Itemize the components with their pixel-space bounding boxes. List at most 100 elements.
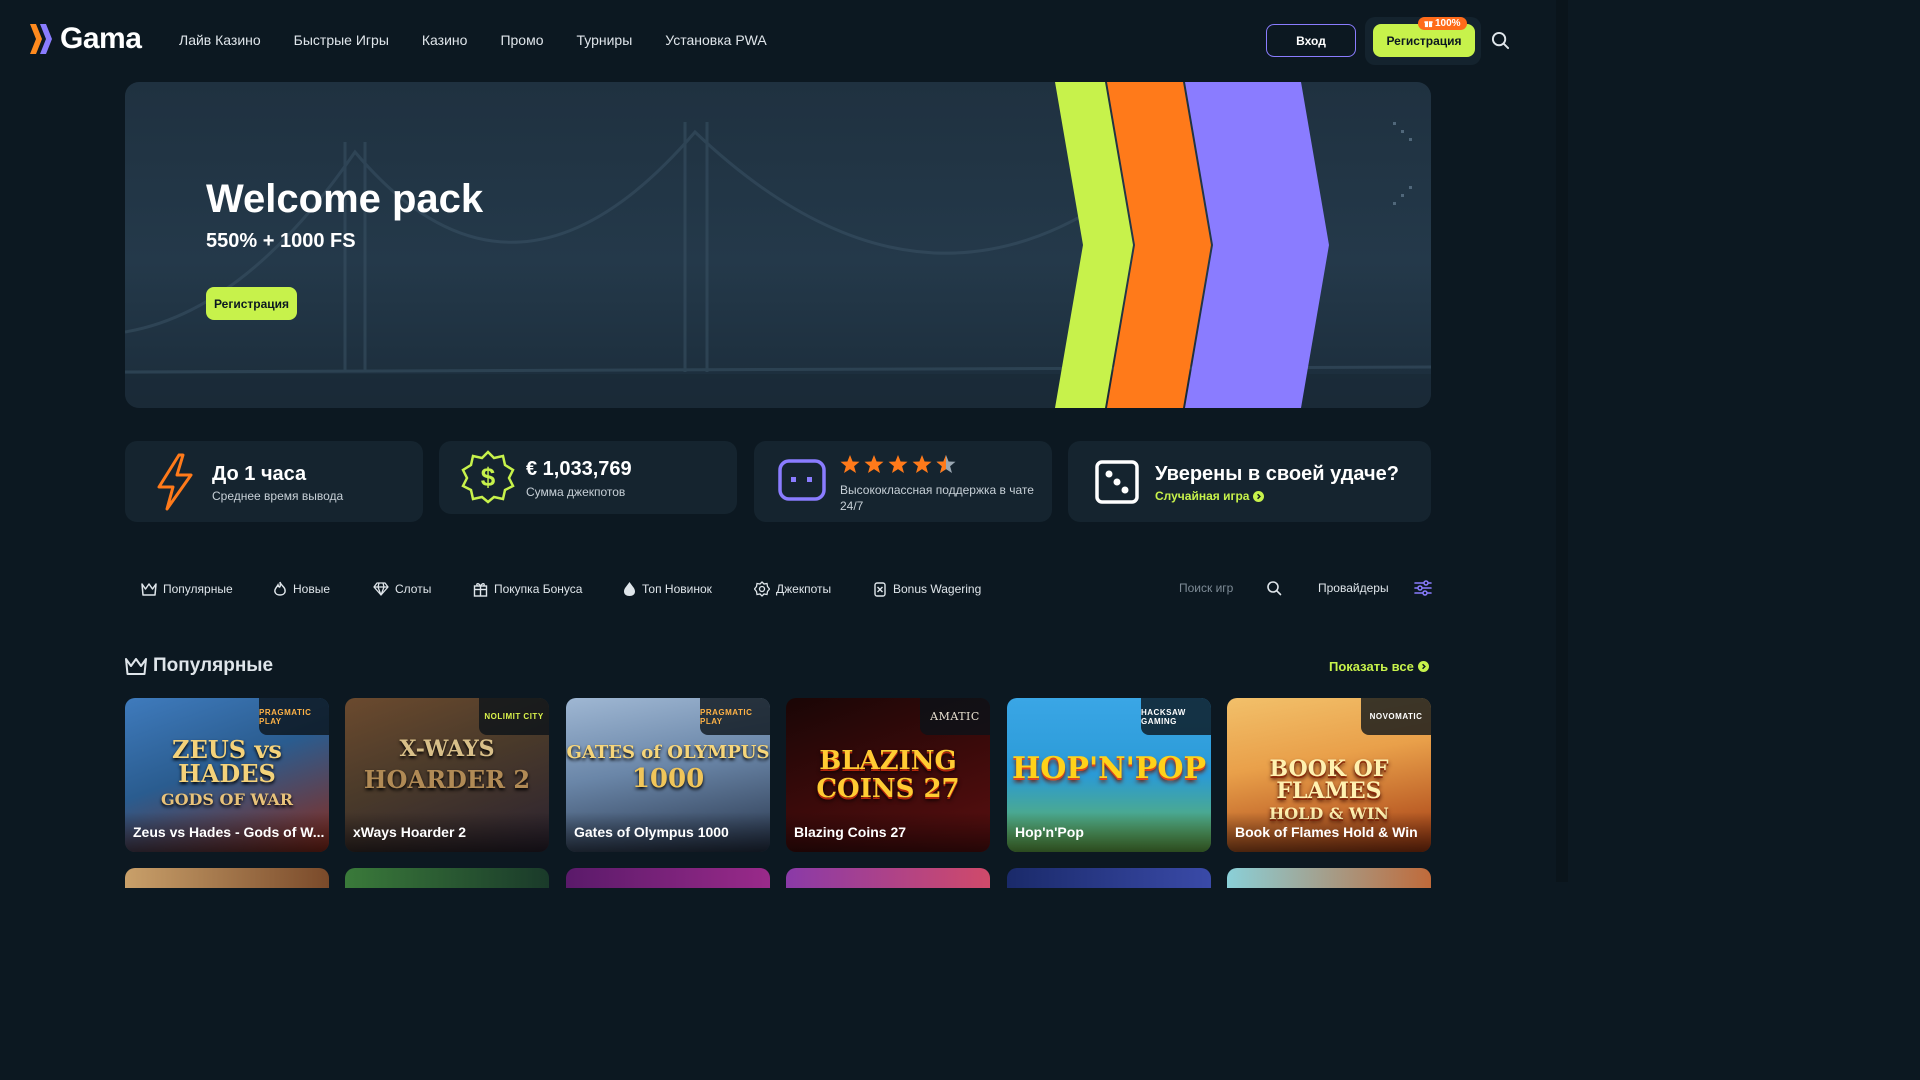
register-bonus-badge: 100% [1418,17,1467,30]
welcome-banner[interactable]: Welcome pack 550% + 1000 FS Регистрация [125,82,1431,408]
jackpot-amount: € 1,033,769 [526,458,632,480]
game-art-title: GATES of OLYMPUS [566,742,770,763]
site-header: Gama Лайв Казино Быстрые Игры Казино Про… [0,0,1556,82]
filter-slots-label: Слоты [395,582,432,596]
rating-stars [840,455,956,473]
provider-logo: NOVOMATIC [1361,698,1431,735]
login-button[interactable]: Вход [1266,24,1356,57]
coin-badge-icon [754,581,770,597]
filter-popular-label: Популярные [163,582,233,596]
filter-new[interactable]: Новые [273,574,330,604]
game-tile[interactable]: HOP'N'POP HACKSAW GAMING Hop'n'Pop [1007,698,1211,852]
random-game-card[interactable]: Уверены в своей удаче? Случайная игра [1068,441,1431,522]
game-art: ZEUS vs HADES GODS OF WAR [125,738,329,808]
nav-live-casino[interactable]: Лайв Казино [179,32,261,48]
random-game-label: Случайная игра [1155,489,1250,503]
show-all-link[interactable]: Показать все [1329,659,1429,674]
game-art-subtitle: GODS OF WAR [160,790,294,809]
game-title: Zeus vs Hades - Gods of W... [125,812,329,852]
game-art-subtitle: 1000 [631,764,705,794]
game-tile-partial[interactable] [125,868,329,888]
random-game-link[interactable]: Случайная игра [1155,489,1265,503]
game-tile-partial[interactable] [566,868,770,888]
show-all-label: Показать все [1329,659,1414,674]
logo-mark-icon [30,24,52,54]
game-art-subtitle: COINS 27 [816,774,960,804]
game-art-subtitle: HOARDER 2 [363,765,531,794]
hero-title: Welcome pack [206,177,484,221]
nav-install-pwa[interactable]: Установка PWA [665,32,766,48]
drop-flame-icon [624,582,635,596]
game-tile-partial[interactable] [1007,868,1211,888]
register-container: Регистрация 100% [1365,17,1481,65]
page-scrollbar[interactable] [1556,0,1568,882]
game-tile[interactable]: X-WAYS HOARDER 2 NOLIMIT CITY xWays Hoar… [345,698,549,852]
game-tile[interactable]: GATES of OLYMPUS 1000 PRAGMATIC PLAY Gat… [566,698,770,852]
chevron-right-icon [1253,490,1265,502]
filter-slots[interactable]: Слоты [373,574,431,604]
filter-bonus-buy-label: Покупка Бонуса [494,582,583,596]
nav-fast-games[interactable]: Быстрые Игры [294,32,389,48]
game-tile-partial[interactable] [786,868,990,888]
dollar-badge-icon: $ [461,450,515,504]
filter-jackpots-label: Джекпоты [776,582,832,596]
payout-subtitle: Среднее время вывода [212,489,344,503]
filter-new-label: Новые [293,582,331,596]
luck-title: Уверены в своей удаче? [1155,463,1399,485]
filter-bonus-buy[interactable]: Покупка Бонуса [473,574,582,604]
game-tile[interactable]: BOOK OF FLAMES HOLD & WIN NOVOMATIC Book… [1227,698,1431,852]
svg-text:$: $ [481,462,496,492]
wager-icon [874,582,886,597]
game-search [1165,574,1285,602]
game-title: Gates of Olympus 1000 [566,812,770,852]
nav-casino[interactable]: Казино [422,32,468,48]
game-art: GATES of OLYMPUS 1000 [566,742,770,794]
support-card: Высококлассная поддержка в чате 24/7 [754,441,1052,522]
filter-jackpots[interactable]: Джекпоты [754,574,831,604]
main-nav: Лайв Казино Быстрые Игры Казино Промо Ту… [179,32,767,48]
filter-bonus-wagering-label: Bonus Wagering [893,582,982,596]
providers-label: Провайдеры [1318,581,1389,595]
dice-icon [1095,460,1139,504]
nav-promo[interactable]: Промо [500,32,543,48]
game-search-input[interactable] [1165,574,1260,602]
jackpot-card: $ € 1,033,769 Сумма джекпотов [439,441,737,514]
logo[interactable]: Gama [28,22,142,56]
game-art-title: BLAZING [819,746,957,776]
popular-section-label: Популярные [153,655,274,676]
crown-icon [125,658,147,675]
search-icon[interactable] [1491,31,1510,50]
game-title: Blazing Coins 27 [786,812,990,852]
filter-top-new[interactable]: Топ Новинок [623,574,712,604]
game-tile-partial[interactable] [1227,868,1431,888]
game-tile[interactable]: ZEUS vs HADES GODS OF WAR PRAGMATIC PLAY… [125,698,329,852]
filter-top-new-label: Топ Новинок [642,582,712,596]
game-tile[interactable]: BLAZING COINS 27 AMATIC Blazing Coins 27 [786,698,990,852]
game-category-filters: Популярные Новые Слоты Покупка Бонуса То… [125,574,1005,604]
filter-bonus-wagering[interactable]: Bonus Wagering [873,574,981,604]
game-art-title: X-WAYS [399,736,495,762]
game-art: BLAZING COINS 27 [786,748,990,802]
chevron-right-icon [1417,661,1429,672]
game-art-title: BOOK OF FLAMES [1269,756,1389,804]
provider-logo: HACKSAW GAMING [1141,698,1211,735]
sliders-icon [1413,580,1432,596]
support-subtitle: Высококлассная поддержка в чате 24/7 [840,483,1034,513]
gift-box-icon [473,583,488,597]
hero-subtitle: 550% + 1000 FS [206,230,356,252]
search-icon[interactable] [1266,580,1282,596]
providers-filter[interactable]: Провайдеры [1318,574,1432,602]
nav-tournaments[interactable]: Турниры [576,32,632,48]
game-title: xWays Hoarder 2 [345,812,549,852]
filter-popular[interactable]: Популярные [141,574,233,604]
game-art-title: ZEUS vs HADES [172,735,282,788]
game-title: Book of Flames Hold & Win [1227,812,1431,852]
chevron-arrows-graphic [1055,82,1412,408]
game-tile-partial[interactable] [345,868,549,888]
hero-register-button[interactable]: Регистрация [206,287,297,320]
provider-logo: NOLIMIT CITY [479,698,549,735]
logo-text: Gama [60,22,142,55]
chat-bubble-icon [778,459,826,501]
provider-logo: AMATIC [920,698,990,735]
register-badge-text: 100% [1435,18,1461,29]
